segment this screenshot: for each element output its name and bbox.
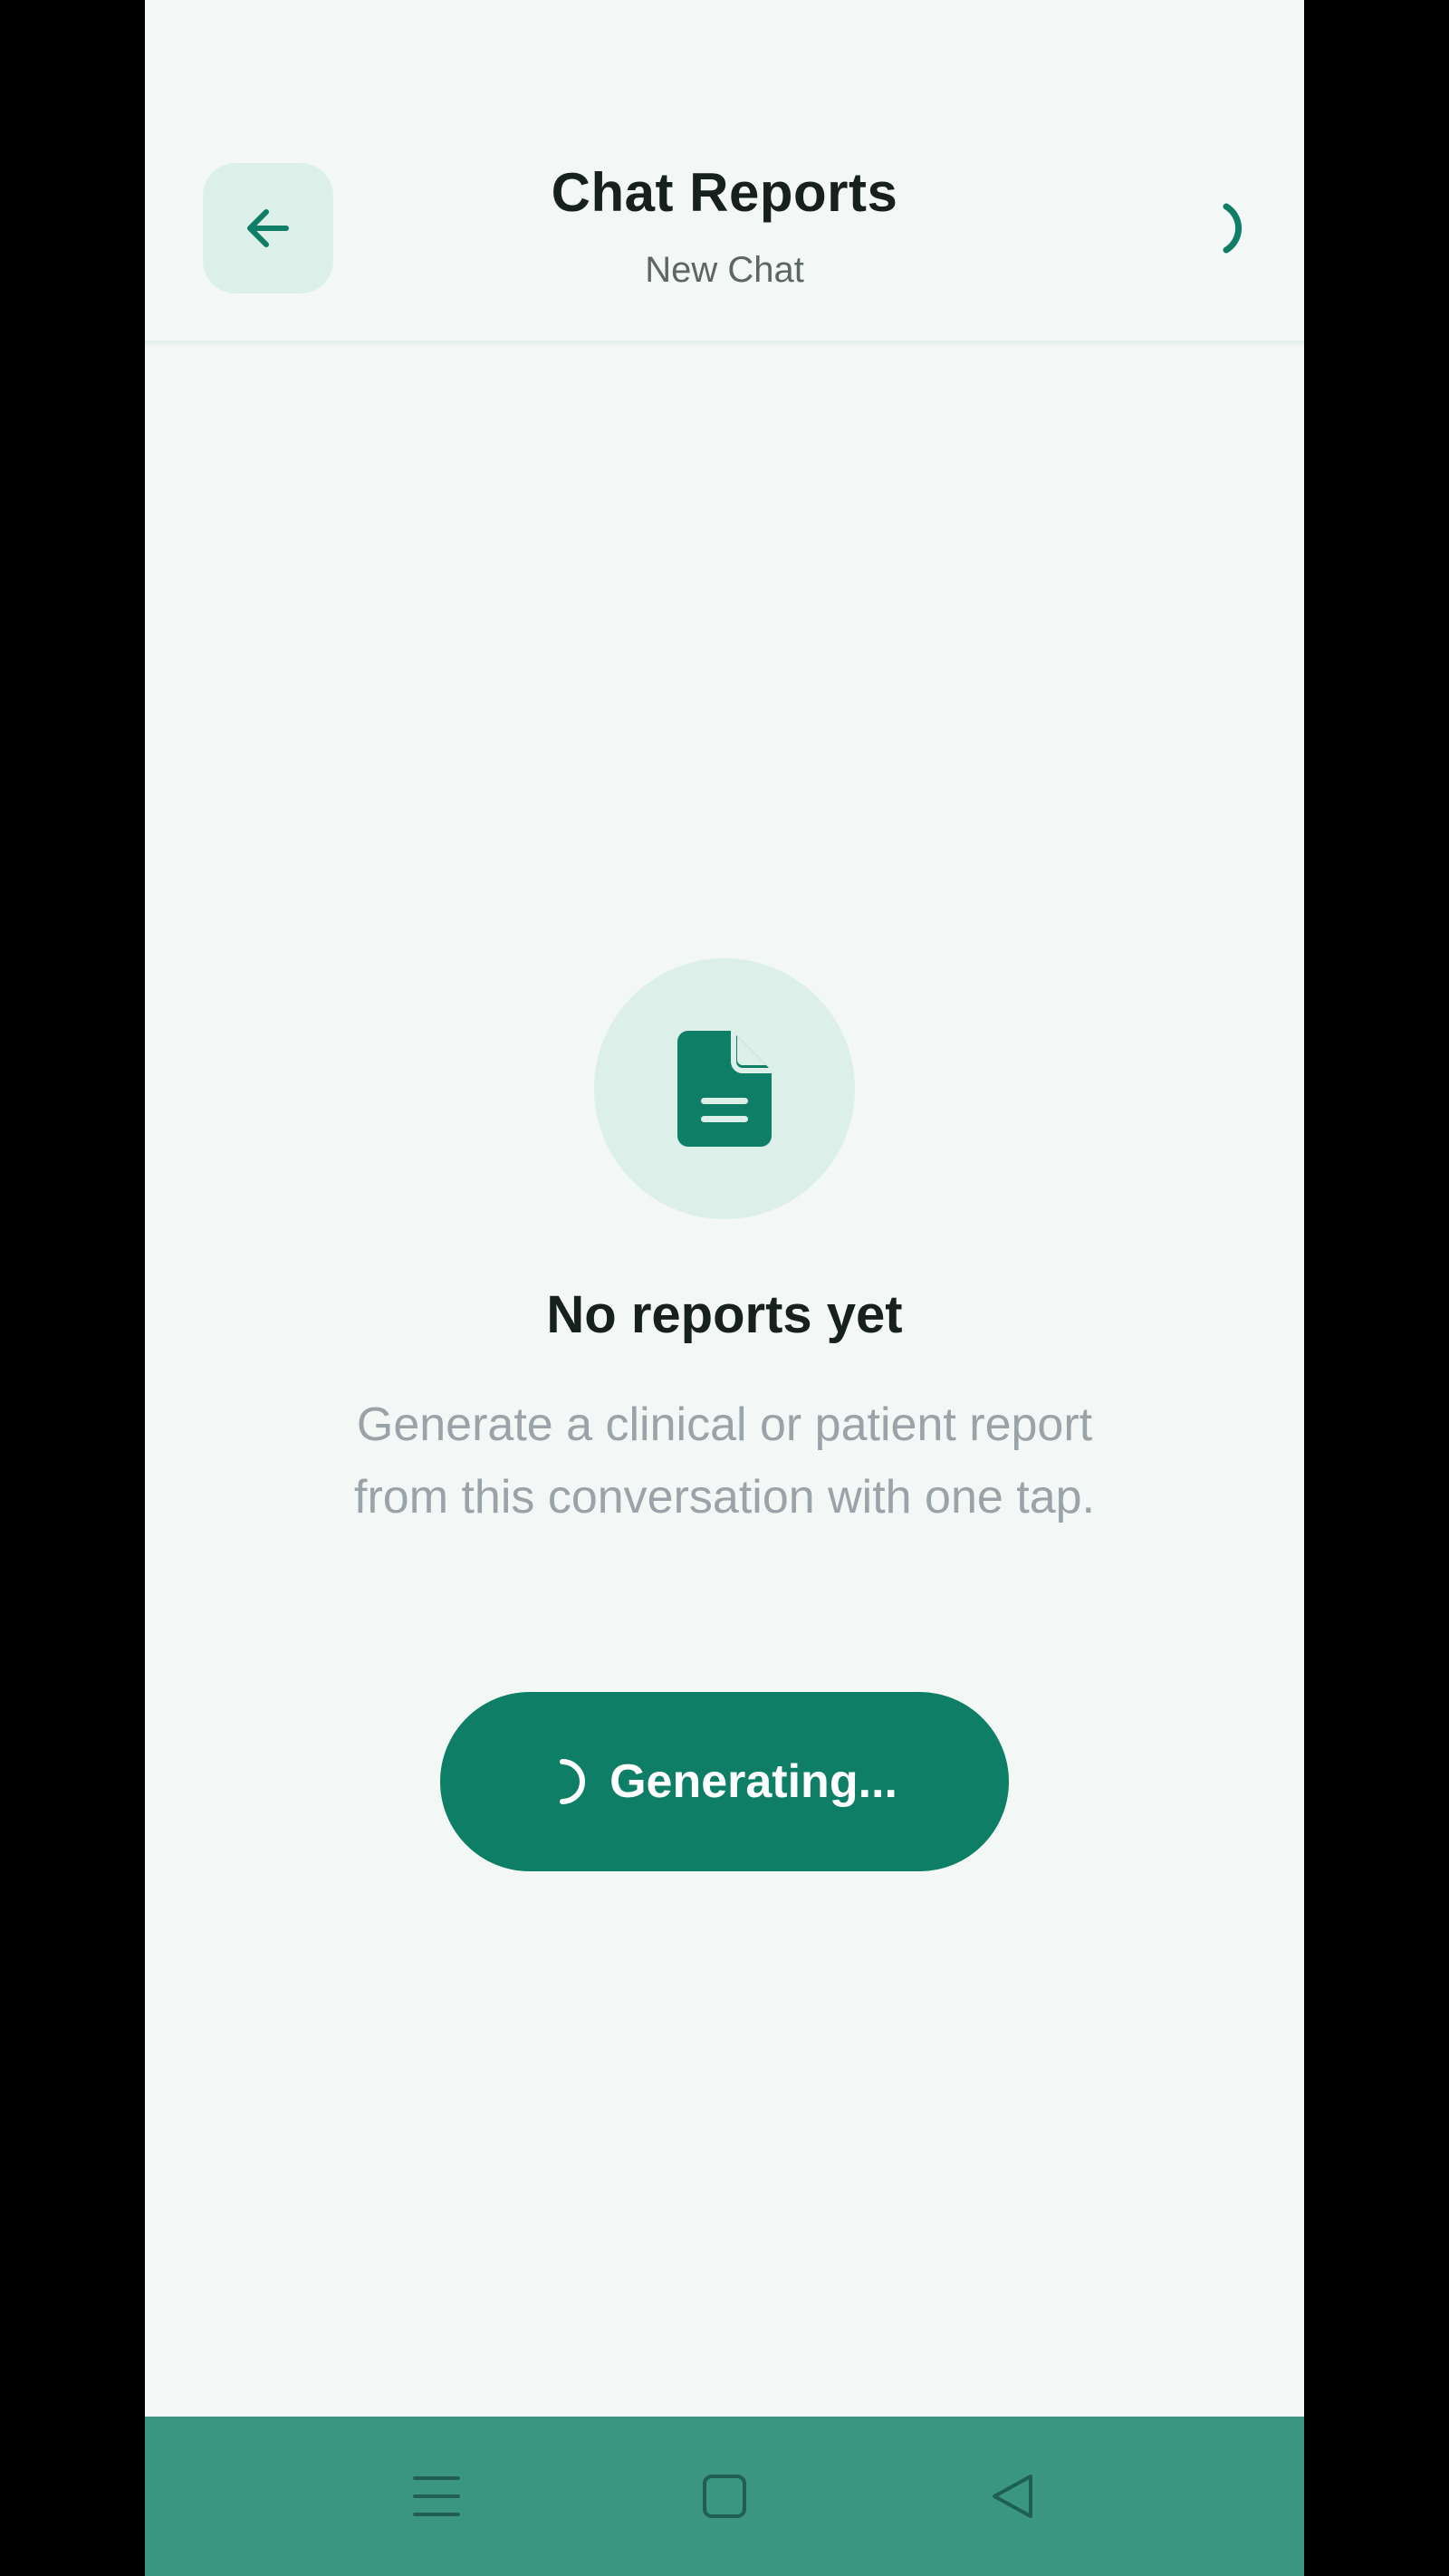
menu-icon: [413, 2476, 460, 2516]
document-icon: [677, 1031, 772, 1147]
spinner-icon: [1223, 203, 1243, 254]
spinner-icon: [560, 1759, 586, 1804]
system-nav-bar: [145, 2417, 1304, 2576]
recents-button[interactable]: [400, 2460, 473, 2533]
empty-state-icon-container: [594, 958, 855, 1219]
page-title: Chat Reports: [551, 162, 898, 223]
empty-state-description: Generate a clinical or patient report fr…: [354, 1399, 1095, 1523]
app-screen: Chat Reports New Chat No reports yet Gen…: [145, 0, 1304, 2576]
triangle-left-icon: [993, 2475, 1032, 2518]
empty-state-title: No reports yet: [546, 1285, 903, 1344]
square-icon: [703, 2475, 746, 2518]
nav-back-button[interactable]: [976, 2460, 1049, 2533]
app-header: Chat Reports New Chat: [145, 0, 1304, 343]
generate-button-label: Generating...: [609, 1755, 897, 1808]
generate-report-button[interactable]: Generating...: [440, 1692, 1009, 1871]
home-button[interactable]: [688, 2460, 761, 2533]
page-subtitle: New Chat: [645, 250, 804, 290]
